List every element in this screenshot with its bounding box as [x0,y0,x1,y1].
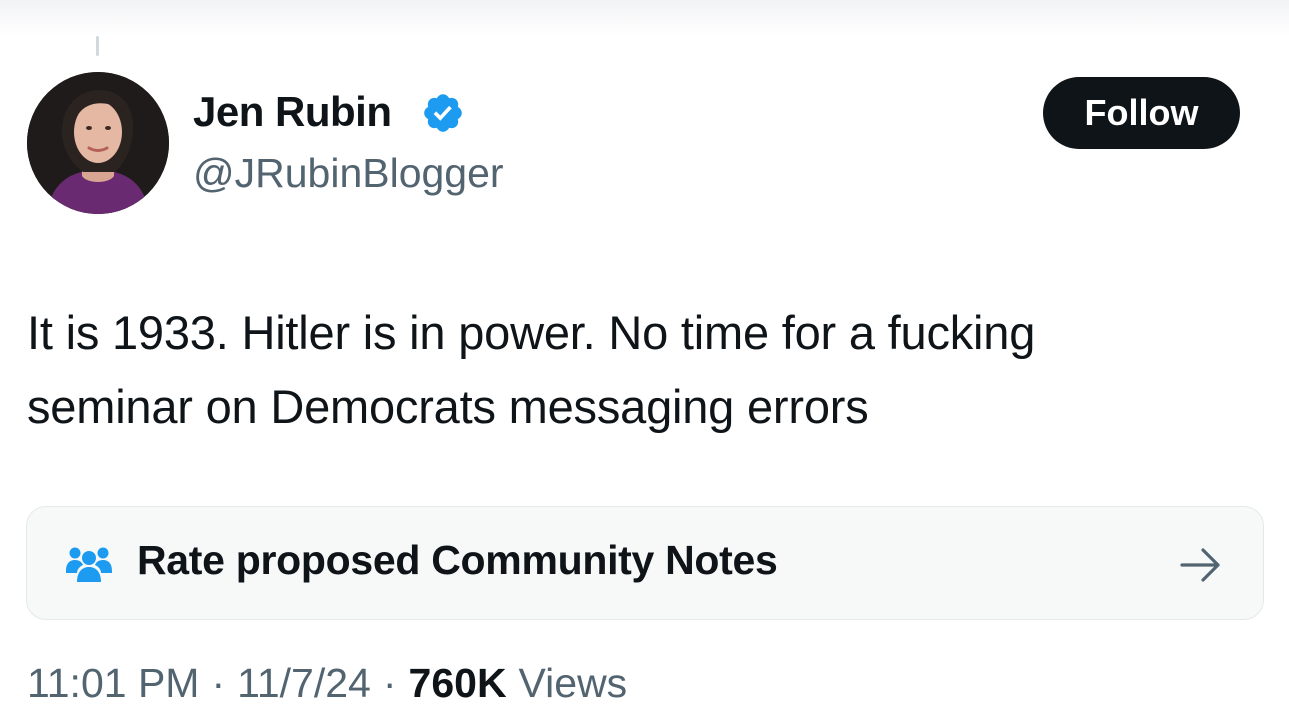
follow-button[interactable]: Follow [1043,77,1240,149]
tweet-date[interactable]: 11/7/24 [237,660,371,707]
author-handle[interactable]: @JRubinBlogger [193,150,504,197]
thread-connector-line [96,36,99,56]
tweet-text: It is 1933. Hitler is in power. No time … [27,296,1257,444]
meta-separator: · [382,660,397,706]
meta-separator: · [211,660,226,706]
tweet-time[interactable]: 11:01 PM [27,660,199,707]
tweet-page: Jen Rubin @JRubinBlogger Follow It is 19… [0,0,1289,723]
author-display-name[interactable]: Jen Rubin [193,88,392,136]
community-notes-card[interactable]: Rate proposed Community Notes [26,506,1264,620]
community-notes-label: Rate proposed Community Notes [137,537,778,583]
views-label: Views [518,660,628,706]
tweet-text-line-1: It is 1933. Hitler is in power. No time … [27,306,1036,359]
tweet-text-line-2: seminar on Democrats messaging errors [27,380,869,433]
arrow-right-icon [1180,548,1220,582]
verified-badge-icon [424,94,462,132]
views-count: 760K [408,660,507,706]
avatar[interactable] [27,72,169,214]
tweet-metadata: 11:01 PM · 11/7/24 · 760K Views [27,660,627,707]
previous-tweet-edge [0,0,1289,36]
people-icon [66,547,112,582]
